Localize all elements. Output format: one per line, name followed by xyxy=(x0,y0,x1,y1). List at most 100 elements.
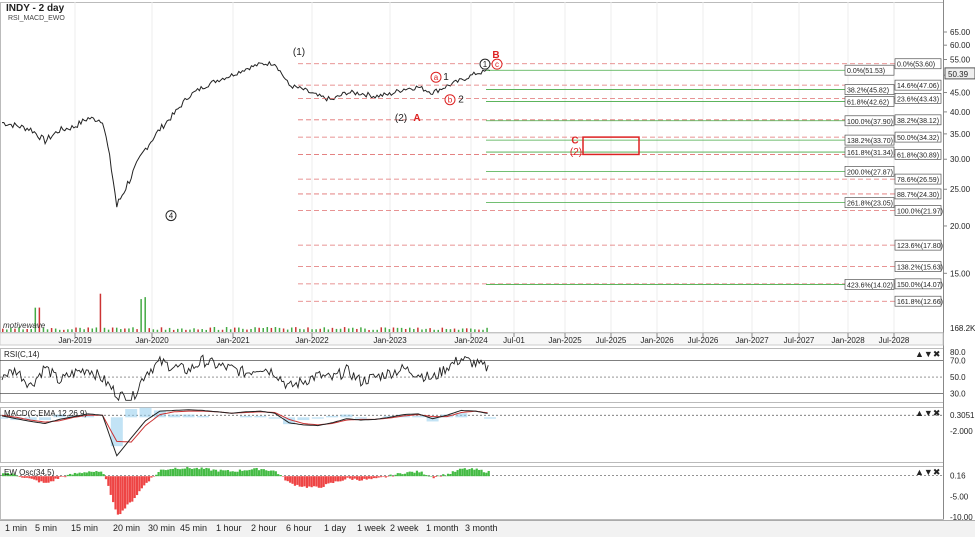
volume-bar xyxy=(213,327,216,332)
timeframe-button-1-min[interactable]: 1 min xyxy=(5,523,27,533)
volume-bar xyxy=(465,328,468,332)
ewo-bar xyxy=(310,476,313,488)
fib-green-label: 423.6%(14.02) xyxy=(847,282,893,289)
ewo-bar xyxy=(466,469,469,477)
date-tick-label: Jan-2020 xyxy=(135,336,169,345)
volume-bar xyxy=(246,329,248,332)
ewo-bar xyxy=(140,476,143,489)
macd-histogram-bar xyxy=(412,415,425,418)
volume-bar xyxy=(233,327,236,332)
timeframe-toolbar: 1 min 5 min 15 min 20 min 30 min 45 min 1 hour… xyxy=(0,520,975,537)
timeframe-button-1-week[interactable]: 1 week xyxy=(357,523,386,533)
ewo-bar xyxy=(255,467,258,477)
price-tick-label: 55.00 xyxy=(950,55,971,64)
ewo-bar xyxy=(406,472,409,477)
ewo-bar xyxy=(236,471,239,477)
volume-bar xyxy=(404,328,407,332)
volume-label: 168.2K xyxy=(950,324,975,333)
ewo-bar xyxy=(430,476,433,477)
ewo-bar xyxy=(434,476,438,477)
macd-tick-label: 0.3051 xyxy=(950,411,975,420)
ewo-bar xyxy=(396,473,399,477)
volume-bar xyxy=(437,329,439,332)
ewo-bar xyxy=(415,470,419,477)
ewo-bar xyxy=(159,469,163,477)
ewo-bar xyxy=(334,476,337,482)
price-tick-label: 20.00 xyxy=(950,222,971,231)
volume-bar xyxy=(478,329,480,332)
ewo-bar xyxy=(432,476,435,479)
ewo-bar xyxy=(454,471,457,477)
timeframe-button-45-min[interactable]: 45 min xyxy=(180,523,207,533)
timeframe-button-5-min[interactable]: 5 min xyxy=(35,523,57,533)
ewo-bar xyxy=(301,476,304,487)
volume-bar xyxy=(46,329,49,332)
timeframe-button-1-hour[interactable]: 1 hour xyxy=(216,523,242,533)
volume-bar xyxy=(474,329,476,332)
ewo-bar xyxy=(272,470,275,477)
volume-bar xyxy=(140,299,142,332)
volume-bar xyxy=(392,327,395,332)
ewo-bar xyxy=(418,472,421,477)
ewo-bar xyxy=(286,476,289,482)
volume-bar xyxy=(209,327,212,332)
ewo-bar xyxy=(241,470,244,477)
volume-bar xyxy=(254,327,256,332)
ewo-bar xyxy=(461,468,464,477)
ewo-bar xyxy=(135,476,139,496)
timeframe-button-3-month[interactable]: 3 month xyxy=(465,523,498,533)
timeframe-button-20-min[interactable]: 20 min xyxy=(113,523,140,533)
timeframe-button-1-day[interactable]: 1 day xyxy=(324,523,346,533)
timeframe-button-2-week[interactable]: 2 week xyxy=(390,523,419,533)
ewo-bar xyxy=(368,476,371,479)
timeframe-button-15-min[interactable]: 15 min xyxy=(71,523,98,533)
ewo-bar xyxy=(121,476,124,511)
volume-bar xyxy=(352,327,354,332)
rsi-tick-label: 50.0 xyxy=(950,373,966,382)
volume-bar xyxy=(168,327,171,332)
chart-canvas[interactable]: Jan-2019 Jan-2020 Jan-2021 Jan-2022 Jan-2023… xyxy=(0,0,975,536)
timeframe-button-6-hour[interactable]: 6 hour xyxy=(286,523,312,533)
fib-green-label: 261.8%(23.05) xyxy=(847,201,893,208)
ewo-bar xyxy=(205,467,208,477)
volume-bar xyxy=(128,328,130,332)
ewo-bar xyxy=(73,472,76,477)
volume-bar xyxy=(144,297,146,332)
fib-red-label: 14.6%(47.06) xyxy=(897,83,939,90)
wave-label: b xyxy=(448,96,453,105)
timeframe-button-1-month[interactable]: 1 month xyxy=(426,523,459,533)
volume-bar xyxy=(425,328,427,332)
ewo-bar xyxy=(128,476,131,503)
timeframe-button-2-hour[interactable]: 2 hour xyxy=(251,523,277,533)
volume-bar xyxy=(221,329,224,332)
panel-border xyxy=(0,2,944,333)
ewo-bar xyxy=(253,468,256,477)
ewo-bar xyxy=(277,474,280,477)
date-tick-label: Jan-2024 xyxy=(454,336,488,345)
ewo-bar xyxy=(303,476,306,487)
ewo-bar xyxy=(403,473,407,477)
volume-bar xyxy=(197,329,199,332)
ewo-bar xyxy=(420,471,423,477)
volume-bar xyxy=(453,328,456,332)
ewo-bar xyxy=(478,469,481,477)
volume-bar xyxy=(299,328,301,332)
ewo-bar xyxy=(375,476,378,479)
studies-label: RSI_MACD_EWO xyxy=(8,15,65,22)
rsi-title: RSI(C,14) xyxy=(4,350,40,359)
wave-label: 1 xyxy=(443,72,449,83)
timeframe-button-30-min[interactable]: 30 min xyxy=(148,523,175,533)
ewo-bar xyxy=(88,471,91,477)
volume-bar xyxy=(421,329,423,332)
volume-bar xyxy=(303,329,305,332)
volume-bar xyxy=(380,327,383,332)
ewo-tick-label: 0.16 xyxy=(950,472,966,481)
volume-bar xyxy=(229,329,232,332)
ewo-bar xyxy=(281,476,285,477)
ewo-bar xyxy=(360,476,364,481)
ewo-bar xyxy=(66,474,69,477)
fib-red-label: 138.2%(15.63) xyxy=(897,265,943,272)
ewo-bar xyxy=(238,469,242,477)
ewo-bar xyxy=(176,468,179,477)
volume-bar xyxy=(274,327,277,332)
